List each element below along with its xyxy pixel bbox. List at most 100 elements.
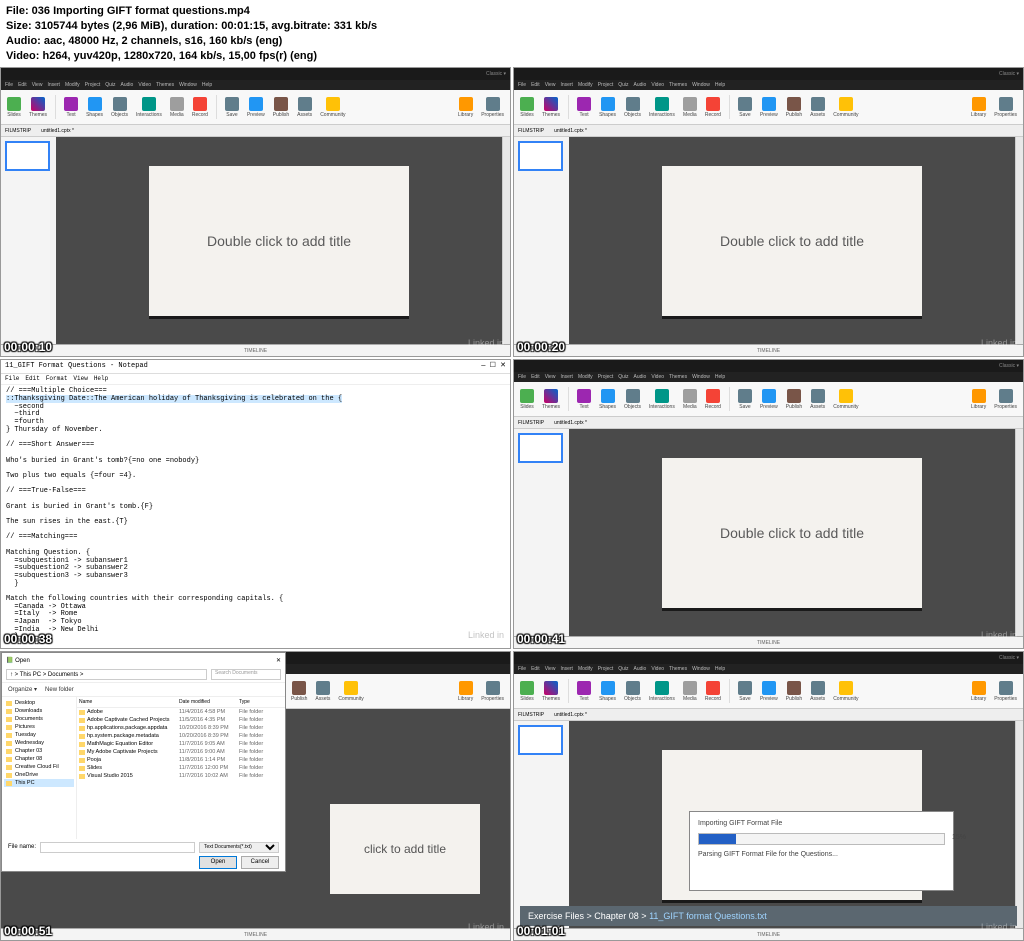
tool-slides[interactable]: Slides	[520, 681, 534, 702]
timeline-panel[interactable]: TIMELINE	[1, 344, 510, 356]
tool-assets[interactable]: Assets	[297, 97, 312, 118]
menu-modify[interactable]: Modify	[578, 374, 593, 380]
menu-insert[interactable]: Insert	[560, 666, 573, 672]
menu-video[interactable]: Video	[651, 374, 664, 380]
slide-placeholder[interactable]: Double click to add title	[662, 458, 922, 608]
np-menu-file[interactable]: File	[5, 376, 19, 383]
tool-publish[interactable]: Publish	[786, 681, 802, 702]
canvas[interactable]: Double click to add title	[569, 137, 1015, 344]
tool-save[interactable]: Save	[225, 97, 239, 118]
sidebar-item[interactable]: OneDrive	[4, 771, 74, 779]
tool-record[interactable]: Record	[705, 97, 721, 118]
slide-thumb[interactable]	[518, 725, 563, 755]
sidebar-item[interactable]: Wednesday	[4, 739, 74, 747]
notepad-body[interactable]: // ===Multiple Choice===::Thanksgiving D…	[1, 385, 510, 649]
tabbar[interactable]: FILMSTRIPuntitled1.cptx *	[514, 417, 1023, 429]
tool-record[interactable]: Record	[705, 389, 721, 410]
menu-edit[interactable]: Edit	[18, 82, 27, 88]
tabbar[interactable]: FILMSTRIPuntitled1.cptx *	[514, 125, 1023, 137]
tool-slides[interactable]: Slides	[520, 97, 534, 118]
sidebar-item[interactable]: Chapter 03	[4, 747, 74, 755]
tool-themes[interactable]: Themes	[29, 97, 47, 118]
menu-project[interactable]: Project	[598, 374, 614, 380]
tool-community[interactable]: Community	[338, 681, 363, 702]
tool-community[interactable]: Community	[833, 681, 858, 702]
menu-view[interactable]: View	[545, 666, 556, 672]
slide-thumb[interactable]	[518, 433, 563, 463]
tool-media[interactable]: Media	[683, 681, 697, 702]
menu-themes[interactable]: Themes	[669, 666, 687, 672]
menu-window[interactable]: Window	[179, 82, 197, 88]
sidebar-item[interactable]: Creative Cloud Fil	[4, 763, 74, 771]
tool-preview[interactable]: Preview	[760, 97, 778, 118]
tool-preview[interactable]: Preview	[760, 389, 778, 410]
np-menu-edit[interactable]: Edit	[25, 376, 39, 383]
sidebar-item[interactable]: Documents	[4, 715, 74, 723]
menu-help[interactable]: Help	[202, 82, 212, 88]
tool-community[interactable]: Community	[833, 97, 858, 118]
tool-publish[interactable]: Publish	[273, 97, 289, 118]
tool-assets[interactable]: Assets	[810, 97, 825, 118]
file-row[interactable]: hp.system.package.metadata10/20/2016 8:3…	[77, 732, 285, 740]
menu-themes[interactable]: Themes	[669, 374, 687, 380]
canvas[interactable]: Double click to add title	[56, 137, 502, 344]
menu-modify[interactable]: Modify	[578, 666, 593, 672]
tool-community[interactable]: Community	[833, 389, 858, 410]
np-menu-view[interactable]: View	[73, 376, 87, 383]
dialog-tools[interactable]: Organize ▾New folder	[2, 683, 285, 697]
tool-shapes[interactable]: Shapes	[86, 97, 103, 118]
canvas[interactable]: dd title Importing GIFT Format File 15% …	[569, 721, 1015, 928]
menu-video[interactable]: Video	[138, 82, 151, 88]
tool-interactions[interactable]: Interactions	[649, 97, 675, 118]
sidebar-item[interactable]: Downloads	[4, 707, 74, 715]
menu-themes[interactable]: Themes	[669, 82, 687, 88]
tabbar[interactable]: FILMSTRIPuntitled1.cptx *	[1, 125, 510, 137]
menu-video[interactable]: Video	[651, 666, 664, 672]
tool-assets[interactable]: Assets	[315, 681, 330, 702]
menu-insert[interactable]: Insert	[560, 82, 573, 88]
menu-help[interactable]: Help	[715, 82, 725, 88]
cancel-button[interactable]: Cancel	[241, 856, 279, 869]
file-row[interactable]: Adobe Captivate Cached Projects11/5/2016…	[77, 716, 285, 724]
slide-thumb[interactable]	[5, 141, 50, 171]
sidebar-item[interactable]: Pictures	[4, 723, 74, 731]
menu-themes[interactable]: Themes	[156, 82, 174, 88]
menubar[interactable]: FileEditViewInsertModifyProjectQuizAudio…	[514, 372, 1023, 382]
filmstrip[interactable]	[1, 137, 56, 344]
tool-assets[interactable]: Assets	[810, 681, 825, 702]
menu-edit[interactable]: Edit	[531, 374, 540, 380]
menu-project[interactable]: Project	[598, 666, 614, 672]
toolbar[interactable]: SlidesThemesTextShapesObjectsInteraction…	[514, 382, 1023, 417]
tool-objects[interactable]: Objects	[624, 681, 641, 702]
tool-save[interactable]: Save	[738, 389, 752, 410]
tool-preview[interactable]: Preview	[760, 681, 778, 702]
menu-window[interactable]: Window	[692, 82, 710, 88]
tool-preview[interactable]: Preview	[247, 97, 265, 118]
menubar[interactable]: FileEditViewInsertModifyProjectQuizAudio…	[514, 80, 1023, 90]
tool-properties[interactable]: Properties	[994, 681, 1017, 702]
tool-assets[interactable]: Assets	[810, 389, 825, 410]
menu-video[interactable]: Video	[651, 82, 664, 88]
tool-library[interactable]: Library	[458, 97, 473, 118]
breadcrumb-bar[interactable]: ↑ > This PC > Documents >	[6, 669, 207, 680]
tool-save[interactable]: Save	[738, 97, 752, 118]
menu-audio[interactable]: Audio	[121, 82, 134, 88]
file-row[interactable]: Slides11/7/2016 12:00 PMFile folder	[77, 764, 285, 772]
canvas[interactable]: Double click to add title	[569, 429, 1015, 636]
tool-record[interactable]: Record	[705, 681, 721, 702]
menu-file[interactable]: File	[518, 666, 526, 672]
tool-text[interactable]: Text	[64, 97, 78, 118]
tool-shapes[interactable]: Shapes	[599, 389, 616, 410]
tool-shapes[interactable]: Shapes	[599, 681, 616, 702]
timeline-panel[interactable]: TIMELINE	[514, 344, 1023, 356]
dialog-nav[interactable]: ↑ > This PC > Documents > Search Documen…	[2, 667, 285, 683]
menu-view[interactable]: View	[32, 82, 43, 88]
filename-input[interactable]	[40, 842, 195, 853]
tool-publish[interactable]: Publish	[786, 389, 802, 410]
toolbar[interactable]: SlidesThemesTextShapesObjectsInteraction…	[1, 90, 510, 125]
tool-media[interactable]: Media	[170, 97, 184, 118]
tool-themes[interactable]: Themes	[542, 681, 560, 702]
sidebar-item[interactable]: Tuesday	[4, 731, 74, 739]
tabbar[interactable]: FILMSTRIPuntitled1.cptx *	[514, 709, 1023, 721]
tool-record[interactable]: Record	[192, 97, 208, 118]
